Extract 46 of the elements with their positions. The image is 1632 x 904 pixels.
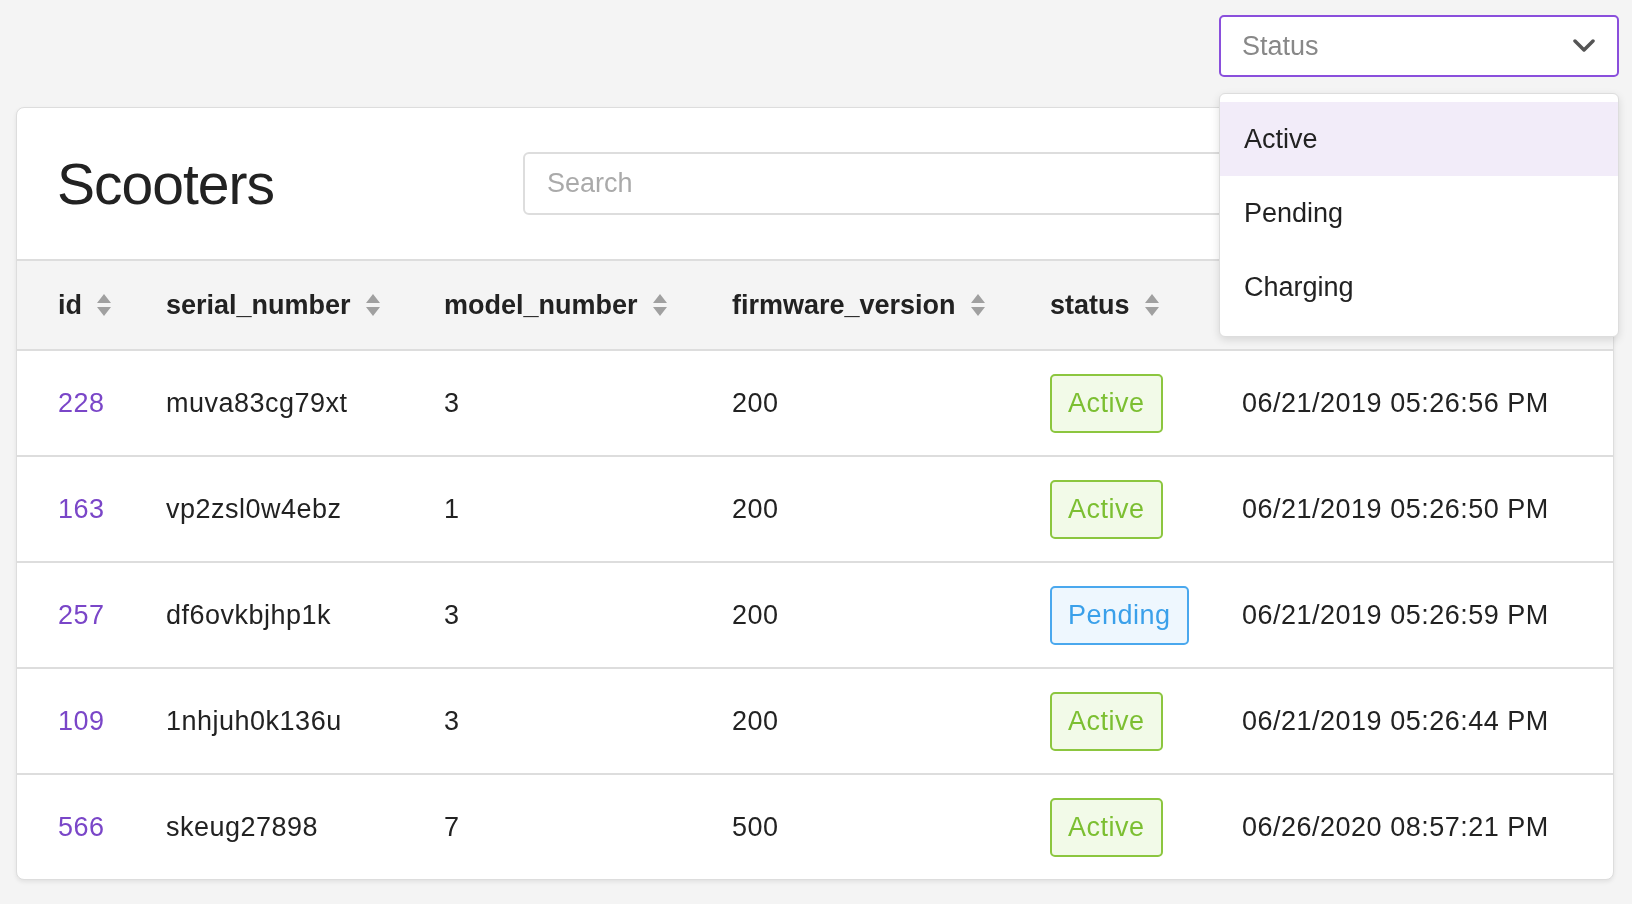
status-badge: Pending	[1050, 585, 1189, 645]
dropdown-option[interactable]: Charging	[1220, 250, 1618, 324]
column-header[interactable]: id	[58, 289, 82, 321]
table-cell-text: 3	[444, 705, 461, 737]
table-cell-text: 3	[444, 599, 461, 631]
sort-icon[interactable]	[1143, 293, 1160, 317]
sort-icon[interactable]	[651, 293, 668, 317]
id-link[interactable]: 228	[58, 387, 166, 419]
column-header[interactable]: serial_number	[166, 289, 351, 321]
status-badge: Active	[1050, 691, 1163, 751]
table-cell-text: 7	[444, 811, 461, 843]
page-title: Scooters	[57, 150, 275, 217]
table-cell-text: 200	[732, 493, 780, 525]
table-cell-text: 06/21/2019 05:26:56 PM	[1242, 387, 1550, 419]
table-cell-text: 06/21/2019 05:26:44 PM	[1242, 705, 1550, 737]
table-cell-text: skeug27898	[166, 811, 320, 843]
table-cell-text: vp2zsl0w4ebz	[166, 493, 343, 525]
status-select-placeholder: Status	[1242, 30, 1319, 62]
table-cell-text: 1nhjuh0k136u	[166, 705, 343, 737]
column-header[interactable]: firmware_version	[732, 289, 956, 321]
table-cell-text: 3	[444, 387, 461, 419]
table-cell-text: 500	[732, 811, 780, 843]
sort-icon[interactable]	[96, 293, 112, 317]
table-cell-text: 06/21/2019 05:26:59 PM	[1242, 599, 1550, 631]
table-cell-text: 06/26/2020 08:57:21 PM	[1242, 811, 1550, 843]
table-cell-text: 06/21/2019 05:26:50 PM	[1242, 493, 1550, 525]
column-header[interactable]: status	[1050, 289, 1130, 321]
table-cell-text: 200	[732, 599, 780, 631]
sort-icon[interactable]	[969, 293, 986, 317]
sort-icon[interactable]	[364, 293, 381, 317]
id-link[interactable]: 566	[58, 811, 166, 843]
id-link[interactable]: 257	[58, 599, 166, 631]
table-cell-text: muva83cg79xt	[166, 387, 349, 419]
table-cell-text: df6ovkbjhp1k	[166, 599, 333, 631]
status-select[interactable]: Status	[1219, 15, 1619, 77]
status-badge: Active	[1050, 373, 1163, 433]
dropdown-option[interactable]: Active	[1220, 102, 1618, 176]
status-badge: Active	[1050, 797, 1163, 857]
table-cell-text: 200	[732, 387, 780, 419]
column-header[interactable]: model_number	[444, 289, 638, 321]
table-cell-text: 1	[444, 493, 461, 525]
status-badge: Active	[1050, 479, 1163, 539]
chevron-down-icon	[1573, 39, 1595, 53]
id-link[interactable]: 109	[58, 705, 166, 737]
table-cell-text: 200	[732, 705, 780, 737]
id-link[interactable]: 163	[58, 493, 166, 525]
